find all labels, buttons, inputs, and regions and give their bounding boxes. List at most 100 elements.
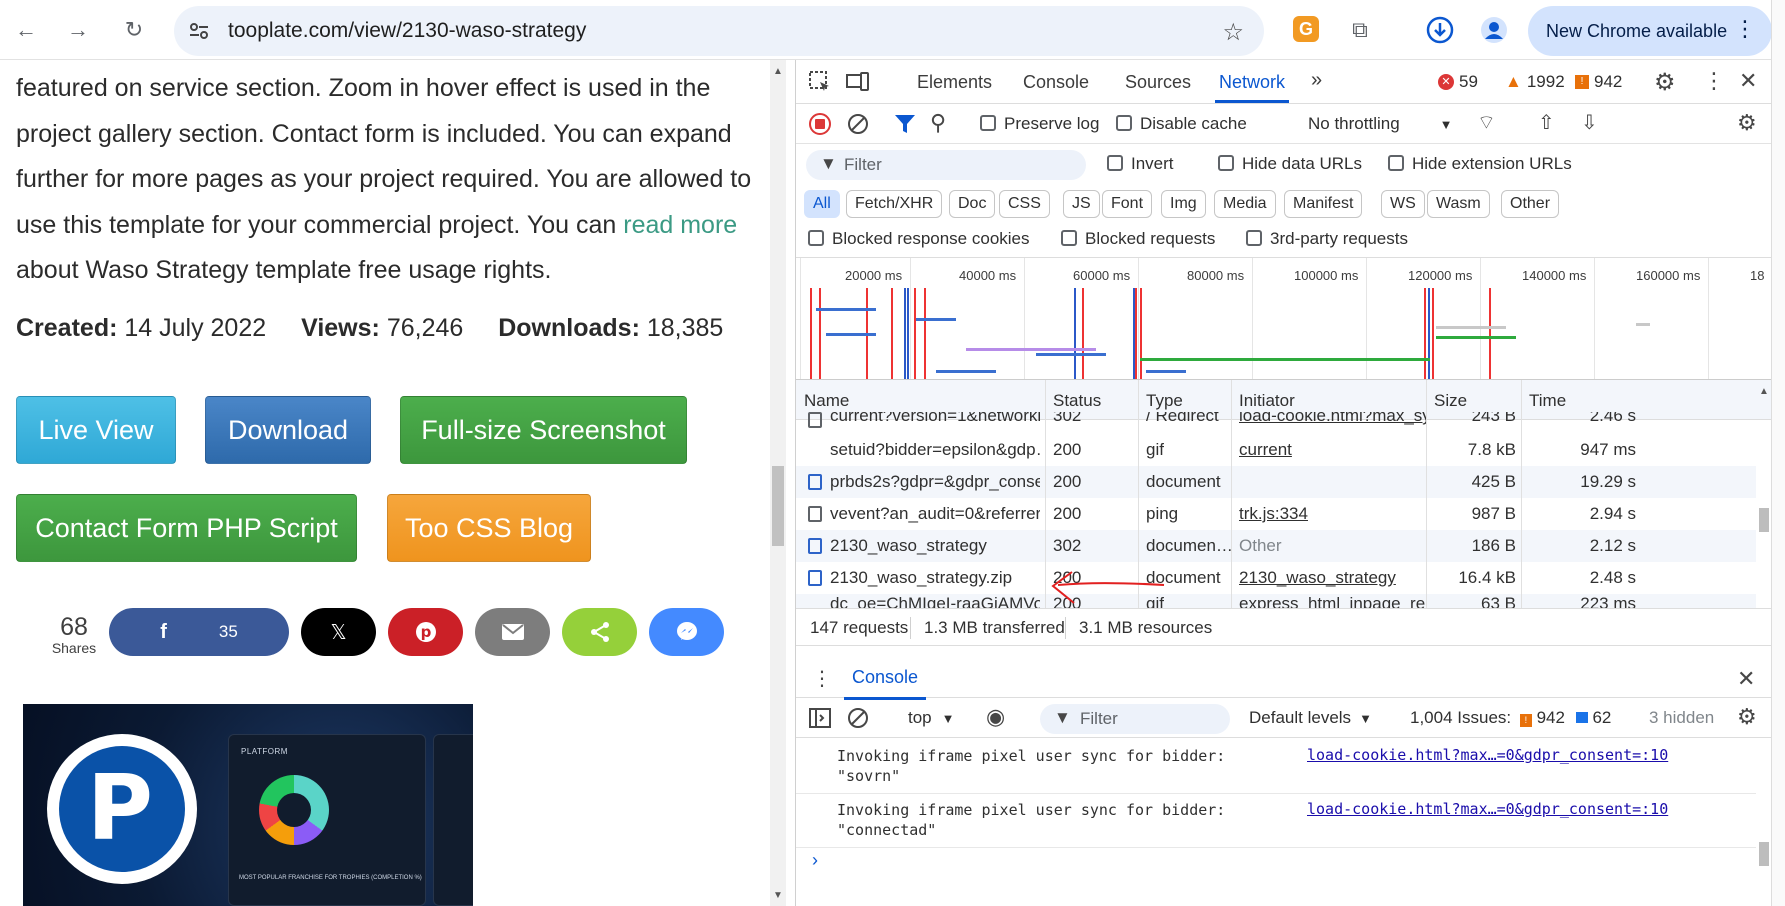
type-filter-css[interactable]: CSS [999,190,1050,218]
row-initiator-link[interactable]: current [1239,440,1292,460]
column-header-initiator[interactable]: Initiator [1239,391,1295,411]
network-filter-input[interactable]: ▼ Filter [806,150,1086,180]
full-size-screenshot-button[interactable]: Full-size Screenshot [400,396,687,464]
type-filter-wasm[interactable]: Wasm [1427,190,1490,218]
tab-sources[interactable]: Sources [1125,72,1191,93]
address-bar[interactable]: tooplate.com/view/2130-waso-strategy ☆ [174,6,1264,56]
type-filter-doc[interactable]: Doc [949,190,996,218]
page-scrollbar[interactable]: ▲ ▼ [770,60,786,906]
clear-console-icon[interactable] [846,706,870,730]
table-scrollbar-thumb[interactable] [1759,508,1769,532]
import-har-icon[interactable]: ⇧ [1538,110,1555,135]
too-css-blog-button[interactable]: Too CSS Blog [387,494,591,562]
column-header-type[interactable]: Type [1146,391,1183,411]
type-filter-all[interactable]: All [804,190,840,218]
download-icon[interactable] [1422,12,1458,48]
issues-badge[interactable]: ! 942 [1575,72,1622,92]
bookmark-star-icon[interactable]: ☆ [1222,18,1244,47]
errors-badge[interactable]: ✕ 59 [1438,72,1478,92]
third-party-requests-checkbox[interactable]: 3rd-party requests [1246,229,1408,249]
console-message-source-link[interactable]: load-cookie.html?max…=0&gdpr_consent=:10 [1307,746,1668,764]
column-header-time[interactable]: Time [1529,391,1566,411]
url-text[interactable]: tooplate.com/view/2130-waso-strategy [228,19,586,43]
table-row[interactable]: dc_oe=ChMIgeI-raaGiAMVo… 200 gif express… [796,594,1756,608]
download-button[interactable]: Download [205,396,371,464]
extensions-puzzle-icon[interactable]: ⧉ [1342,12,1378,48]
table-row[interactable]: 2130_waso_strategy 302 documen… Other 18… [796,530,1756,562]
device-toolbar-icon[interactable] [846,70,870,94]
table-row[interactable]: vevent?an_audit=0&referrer… 200 ping trk… [796,498,1756,530]
console-sidebar-icon[interactable] [808,706,832,730]
type-filter-img[interactable]: Img [1161,190,1206,218]
filter-funnel-icon[interactable] [894,112,916,136]
page-scrollbar-thumb[interactable] [772,466,784,546]
row-initiator-link[interactable]: 2130_waso_strategy [1239,568,1396,588]
live-view-button[interactable]: Live View [16,396,176,464]
blocked-response-cookies-checkbox[interactable]: Blocked response cookies [808,229,1030,249]
throttling-select[interactable]: No throttling ▼ [1308,114,1453,134]
column-header-status[interactable]: Status [1053,391,1101,411]
kebab-menu-icon[interactable]: ⋮ [1734,16,1756,42]
warnings-badge[interactable]: ▲ 1992 [1505,72,1565,92]
record-stop-icon[interactable] [808,112,832,136]
preserve-log-checkbox[interactable]: Preserve log [980,114,1099,134]
live-expression-eye-icon[interactable]: ◉ [986,704,1005,730]
invert-checkbox[interactable]: Invert [1107,154,1174,174]
facebook-share-button[interactable]: f 35 [109,608,289,656]
extension-g-icon[interactable]: G [1293,16,1319,42]
console-scrollbar-thumb[interactable] [1759,842,1769,866]
reload-icon[interactable]: ↻ [116,12,152,48]
row-initiator-link[interactable]: trk.js:334 [1239,504,1308,524]
email-share-button[interactable] [475,608,550,656]
hide-data-urls-checkbox[interactable]: Hide data URLs [1218,154,1362,174]
console-prompt-chevron-icon[interactable]: › [812,850,818,871]
network-settings-gear-icon[interactable]: ⚙ [1737,110,1757,136]
type-filter-font[interactable]: Font [1102,190,1153,218]
inspect-element-icon[interactable] [808,70,832,94]
console-message-source-link[interactable]: load-cookie.html?max…=0&gdpr_consent=:10 [1307,800,1668,818]
table-row[interactable]: prbds2s?gdpr=&gdpr_conse… 200 document 4… [796,466,1756,498]
messenger-share-button[interactable] [649,608,724,656]
read-more-link[interactable]: read more [623,211,737,239]
more-tabs-chevron-icon[interactable]: » [1311,69,1322,92]
tab-elements[interactable]: Elements [917,72,992,93]
type-filter-media[interactable]: Media [1214,190,1276,218]
type-filter-manifest[interactable]: Manifest [1284,190,1363,218]
template-thumbnail-image[interactable]: P PLATFORM MOST POPULAR FRANCHISE FOR TR… [23,704,473,906]
hide-extension-urls-checkbox[interactable]: Hide extension URLs [1388,154,1572,174]
console-scrollbar[interactable] [1756,738,1772,906]
type-filter-ws[interactable]: WS [1381,190,1425,218]
table-scrollbar[interactable]: ▲ [1756,380,1772,608]
contact-form-php-button[interactable]: Contact Form PHP Script [16,494,357,562]
search-icon[interactable]: ⚲ [930,110,946,136]
type-filter-other[interactable]: Other [1501,190,1560,218]
table-row-highlighted-zip[interactable]: 2130_waso_strategy.zip 200 document 2130… [796,562,1756,594]
row-initiator-link[interactable]: load-cookie.html?max_sync [1239,412,1427,426]
close-devtools-icon[interactable]: ✕ [1739,68,1757,94]
log-levels-select[interactable]: Default levels ▼ [1249,708,1372,728]
blocked-requests-checkbox[interactable]: Blocked requests [1061,229,1215,249]
table-row[interactable]: current?version=1&networki… 302 / Redire… [796,412,1756,434]
table-row[interactable]: setuid?bidder=epsilon&gdp… 200 gif curre… [796,434,1756,466]
tab-console[interactable]: Console [1023,72,1089,93]
context-select[interactable]: top ▼ [908,708,955,728]
generic-share-button[interactable] [562,608,637,656]
site-settings-icon[interactable] [188,20,210,42]
back-arrow-icon[interactable]: ← [8,12,44,48]
issues-counter[interactable]: 1,004 Issues: ! 942 62 [1410,708,1611,728]
console-filter-input[interactable]: ▼ Filter [1040,704,1230,734]
network-overview-timeline[interactable]: 20000 ms 40000 ms 60000 ms 80000 ms 1000… [796,258,1772,380]
export-har-icon[interactable]: ⇩ [1581,110,1598,135]
drawer-menu-icon[interactable]: ⋮ [812,666,832,691]
devtools-menu-icon[interactable]: ⋮ [1703,68,1725,94]
clear-icon[interactable] [846,112,870,136]
network-conditions-wifi-icon[interactable]: ⌔ [1477,110,1496,135]
type-filter-fetch-xhr[interactable]: Fetch/XHR [846,190,943,218]
console-drawer-tab[interactable]: Console [843,667,927,700]
forward-arrow-icon[interactable]: → [60,12,96,48]
disable-cache-checkbox[interactable]: Disable cache [1116,114,1247,134]
pinterest-share-button[interactable]: p [388,608,463,656]
column-header-name[interactable]: Name [804,391,849,411]
x-share-button[interactable]: 𝕏 [301,608,376,656]
settings-gear-icon[interactable]: ⚙ [1654,68,1676,97]
